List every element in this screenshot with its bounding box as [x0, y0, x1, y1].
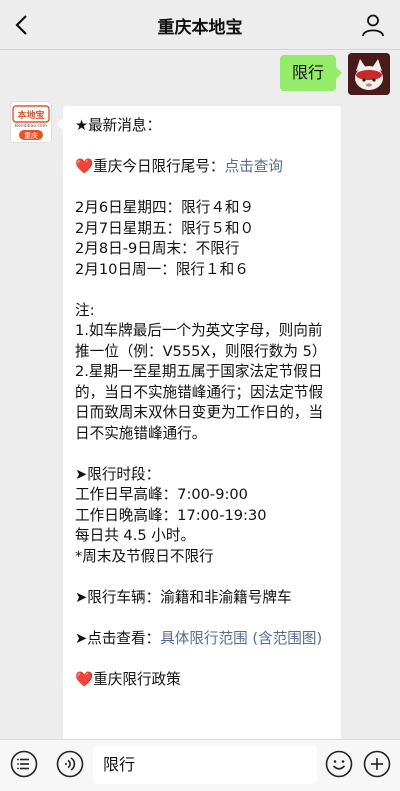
bot-brand-text: 本地宝 [17, 109, 44, 121]
time-morning: 工作日早高峰：7:00-9:00 [75, 486, 248, 503]
reply-headline: ★最新消息： [75, 117, 162, 134]
note-1: 1.如车牌最后一个为英文字母，则向前推一位（例：V555X，则限行数为 5） [75, 322, 327, 360]
bot-brand-sub: Bendibao.com [15, 123, 47, 129]
plus-icon[interactable] [363, 750, 391, 778]
range-link[interactable]: 具体限行范围 (含范围图) [160, 630, 322, 647]
view-line: ➤点击查看：具体限行范围 (含范围图) [75, 629, 331, 650]
bot-city-text: 重庆 [24, 131, 38, 140]
input-bar: 限行 [0, 739, 400, 791]
reply-message-bubble: ★最新消息： ❤️重庆今日限行尾号：点击查询 2月6日星期四：限行４和９ 2月7… [57, 106, 341, 739]
profile-icon[interactable] [360, 12, 386, 38]
today-query-label: ❤️重庆今日限行尾号： [75, 158, 225, 175]
chat-title: 重庆本地宝 [157, 18, 243, 38]
today-query-line: ❤️重庆今日限行尾号：点击查询 [75, 157, 331, 178]
day-rule-3: 2月8日-9日周末：不限行 [75, 240, 240, 257]
voice-icon[interactable] [56, 750, 84, 778]
emoji-icon[interactable] [325, 750, 353, 778]
time-weekend: *周末及节假日不限行 [75, 547, 214, 565]
time-total: 每日共 4.5 小时。 [75, 527, 196, 544]
chat-area[interactable]: 限行 本地宝 Bendibao.com 重庆 ★最新消息： ❤️重庆今日限行尾号… [0, 50, 400, 739]
day-rule-1: 2月6日星期四：限行４和９ [75, 199, 255, 216]
time-evening: 工作日晚高峰：17:00-19:30 [75, 506, 267, 524]
time-title: ➤限行时段： [75, 465, 161, 483]
vehicles-line: ➤限行车辆：渝籍和非渝籍号牌车 [75, 588, 292, 606]
note-2: 2.星期一至星期五属于国家法定节假日的，当日不实施错峰通行；因法定节假日而致周末… [75, 363, 324, 442]
message-input[interactable]: 限行 [93, 746, 317, 784]
sent-message-bubble[interactable]: 限行 [279, 55, 343, 91]
top-bar: 重庆本地宝 [0, 0, 400, 50]
view-label: ➤点击查看： [75, 629, 161, 647]
my-avatar[interactable] [348, 53, 390, 95]
bot-avatar[interactable]: 本地宝 Bendibao.com 重庆 [10, 101, 52, 143]
sent-message-row: 限行 [0, 50, 400, 110]
policy-line[interactable]: ❤️重庆限行政策 [75, 670, 331, 691]
day-rule-4: 2月10日周一：限行１和６ [75, 260, 249, 278]
query-link[interactable]: 点击查询 [225, 158, 283, 175]
day-rule-2: 2月7日星期五：限行５和０ [75, 219, 255, 237]
menu-list-icon[interactable] [10, 750, 38, 778]
note-title: 注: [75, 301, 95, 319]
